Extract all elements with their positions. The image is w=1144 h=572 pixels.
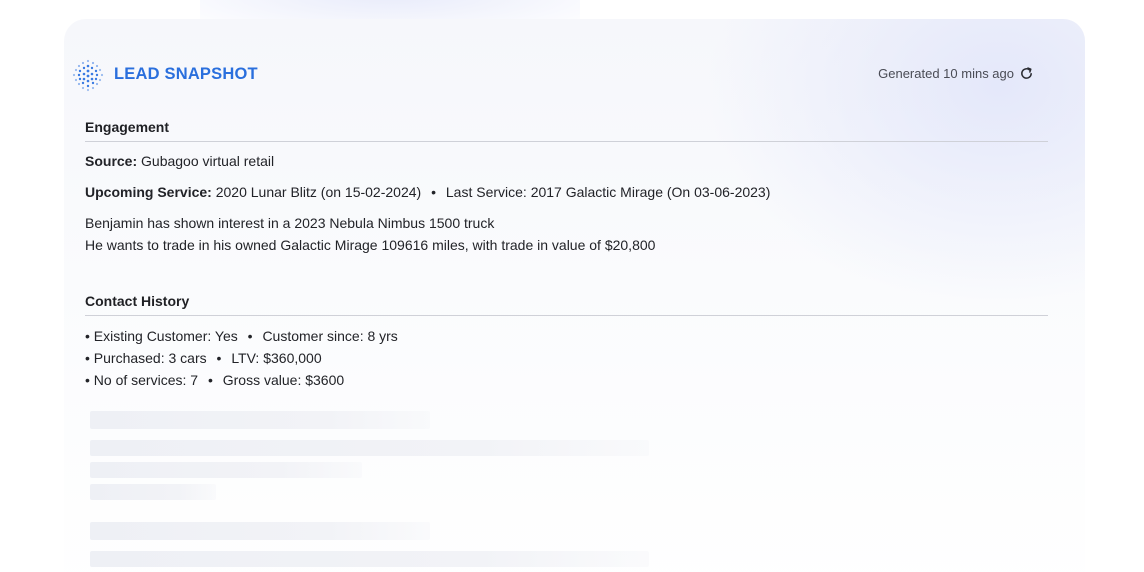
summary-line-1: Benjamin has shown interest in a 2023 Ne…	[85, 215, 495, 231]
app-viewport: LEAD SNAPSHOT Generated 10 mins ago Enga…	[0, 0, 1144, 572]
separator-dot: •	[207, 372, 213, 388]
contact-row-right: Customer since: 8 yrs	[262, 328, 398, 344]
last-service-text: Last Service: 2017 Galactic Mirage (On 0…	[445, 184, 771, 200]
upcoming-service-label: Upcoming Service:	[85, 184, 212, 200]
engagement-title: Engagement	[85, 119, 170, 135]
upcoming-service-value: 2020 Lunar Blitz (on 15-02-2024)	[215, 184, 422, 200]
skeleton-line	[90, 462, 362, 478]
engagement-section: Engagement	[85, 117, 1048, 142]
generated-text: Generated 10 mins ago	[878, 66, 1014, 81]
lead-snapshot-card: LEAD SNAPSHOT Generated 10 mins ago Enga…	[64, 19, 1085, 572]
contact-history-divider	[85, 315, 1048, 316]
contact-row-existing: • Existing Customer: Yes • Customer sinc…	[85, 326, 398, 346]
generated-status: Generated 10 mins ago	[878, 66, 1034, 81]
contact-history-title: Contact History	[85, 293, 190, 309]
separator-dot: •	[247, 328, 253, 344]
separator-dot: •	[216, 350, 222, 366]
skeleton-line	[90, 484, 216, 500]
contact-row-services: • No of services: 7 • Gross value: $3600	[85, 370, 344, 390]
brand-title: LEAD SNAPSHOT	[114, 65, 258, 83]
skeleton-line	[90, 440, 649, 456]
contact-row-purchased: • Purchased: 3 cars • LTV: $360,000	[85, 348, 322, 368]
summary-line-2: He wants to trade in his owned Galactic …	[85, 237, 656, 253]
dot-globe-logo-icon	[72, 59, 104, 92]
card-header: LEAD SNAPSHOT Generated 10 mins ago	[70, 57, 1040, 93]
service-row: Upcoming Service: 2020 Lunar Blitz (on 1…	[85, 182, 770, 202]
source-row: Source: Gubagoo virtual retail	[85, 151, 274, 171]
contact-row-left: • Existing Customer: Yes	[85, 328, 238, 344]
engagement-divider	[85, 141, 1048, 142]
refresh-icon[interactable]	[1019, 66, 1034, 81]
skeleton-line	[90, 411, 430, 429]
contact-row-left: • Purchased: 3 cars	[85, 350, 207, 366]
source-label: Source:	[85, 153, 138, 169]
separator-dot: •	[431, 184, 436, 200]
contact-row-left: • No of services: 7	[85, 372, 199, 388]
skeleton-line	[90, 551, 649, 567]
contact-history-section: Contact History	[85, 291, 1048, 316]
skeleton-line	[90, 522, 430, 540]
contact-row-right: Gross value: $3600	[222, 372, 345, 388]
source-value: Gubagoo virtual retail	[141, 153, 275, 169]
contact-row-right: LTV: $360,000	[231, 350, 322, 366]
